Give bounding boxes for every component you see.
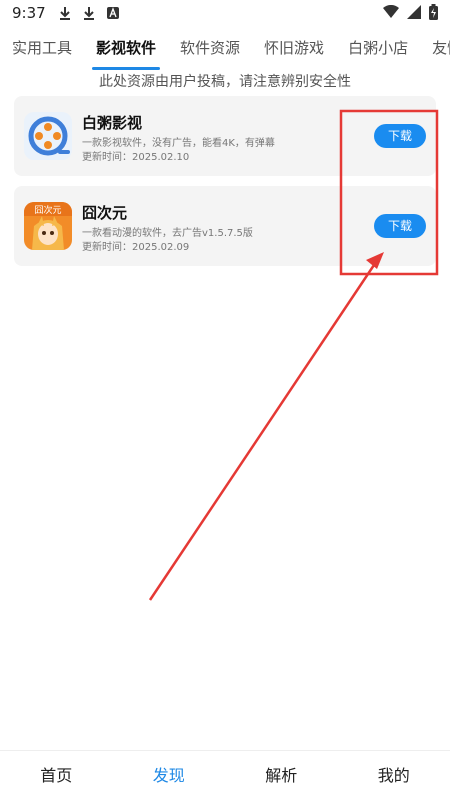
download-icon xyxy=(82,5,96,21)
pointer-arrow-line xyxy=(148,264,376,601)
tab-tools[interactable]: 实用工具 xyxy=(0,30,84,70)
status-system-icons xyxy=(383,4,438,24)
nav-home[interactable]: 首页 xyxy=(0,751,113,800)
app-update-date: 更新时间：2025.02.09 xyxy=(82,242,190,253)
download-button[interactable]: 下载 xyxy=(374,214,426,238)
battery-icon xyxy=(429,4,438,24)
anime-girl-icon: 囧次元 xyxy=(24,202,72,250)
download-button[interactable]: 下载 xyxy=(374,124,426,148)
app-icon-label: 囧次元 xyxy=(34,204,61,216)
app-description: 一款影视软件，没有广告，能看4K，有弹幕 xyxy=(82,138,275,149)
nav-profile[interactable]: 我的 xyxy=(338,751,450,800)
app-name: 白粥影视 xyxy=(82,114,143,132)
status-notifications xyxy=(58,5,120,21)
wifi-icon xyxy=(383,4,399,23)
signal-icon xyxy=(407,5,421,23)
app-update-date: 更新时间：2025.02.10 xyxy=(82,152,190,163)
status-time: 9:37 xyxy=(12,4,46,22)
tab-software-resources[interactable]: 软件资源 xyxy=(168,30,252,70)
app-card[interactable]: 白粥影视 一款影视软件，没有广告，能看4K，有弹幕 更新时间：2025.02.1… xyxy=(14,96,436,176)
app-card[interactable]: 囧次元 囧次元 一款看动漫的软件，去广告v1.5.7.5版 更新时间：2025.… xyxy=(14,186,436,266)
app-description: 一款看动漫的软件，去广告v1.5.7.5版 xyxy=(82,228,253,239)
film-reel-icon xyxy=(24,112,72,160)
app-icon xyxy=(106,5,120,21)
safety-notice: 此处资源由用户投稿，请注意辨别安全性 xyxy=(99,74,351,90)
tab-shop[interactable]: 白粥小店 xyxy=(336,30,420,70)
tab-video-apps[interactable]: 影视软件 xyxy=(84,30,168,70)
nav-discover[interactable]: 发现 xyxy=(113,751,226,800)
status-bar: 9:37 xyxy=(0,0,450,26)
category-tabs: 实用工具 影视软件 软件资源 怀旧游戏 白粥小店 友情链 xyxy=(0,30,450,70)
tab-friend-links[interactable]: 友情链 xyxy=(420,30,450,70)
download-icon xyxy=(58,5,72,21)
tab-retro-games[interactable]: 怀旧游戏 xyxy=(252,30,336,70)
nav-parse[interactable]: 解析 xyxy=(225,751,338,800)
bottom-navigation: 首页 发现 解析 我的 xyxy=(0,750,450,800)
app-name: 囧次元 xyxy=(82,204,128,222)
